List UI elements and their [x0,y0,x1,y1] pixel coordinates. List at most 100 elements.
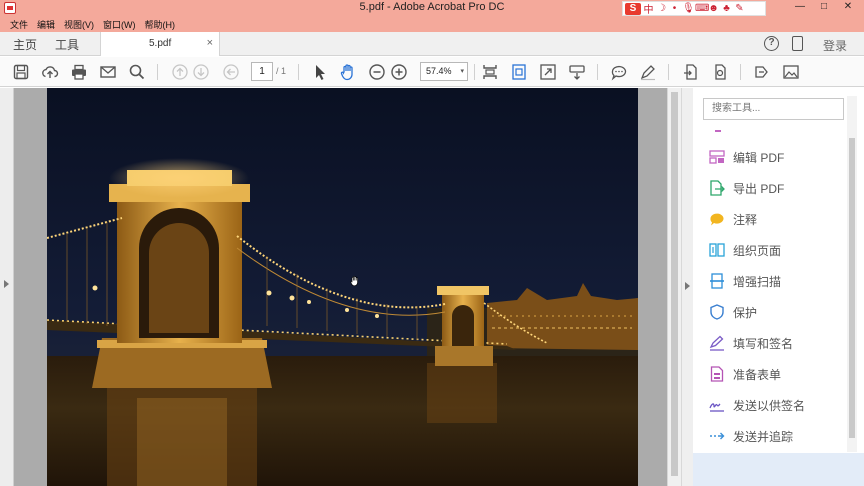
pdf-page-bridge-photo [47,88,638,486]
share-sign-icon[interactable] [753,63,771,81]
menu-view[interactable]: 视图(V) [64,18,94,31]
tools-pane-scroll-thumb[interactable] [849,138,855,438]
tool-edit-pdf[interactable]: 编辑 PDF [709,147,784,167]
tool-comment[interactable]: 注释 [709,209,757,229]
tools-pane-footer [693,453,864,486]
toolbar-separator [597,64,598,80]
highlight-pen-icon[interactable] [639,63,657,81]
comment-tool-icon[interactable] [610,63,628,81]
enhance-scan-icon [709,273,725,289]
login-link[interactable]: 登录 [823,37,847,54]
zoom-in-icon[interactable] [390,63,408,81]
zoom-out-icon[interactable] [368,63,386,81]
mobile-link-icon[interactable] [792,36,803,51]
tool-protect[interactable]: 保护 [709,302,757,322]
maximize-button[interactable]: □ [812,0,836,14]
send-for-signature-icon [709,397,725,413]
tool-export-pdf[interactable]: 导出 PDF [709,178,784,198]
menu-edit[interactable]: 编辑 [37,18,55,31]
toolbar-separator [668,64,669,80]
tools-pane: 搜索工具... 编辑 PDF 导出 PDF 注释 组织页面 增强扫描 保护 填写… [693,88,864,486]
edit-pdf-icon [709,149,725,165]
convert-file-icon[interactable] [711,63,729,81]
window-controls: — □ ✕ [788,0,860,14]
chevron-down-icon: ▾ [460,68,464,75]
prepare-form-icon [709,366,725,382]
left-nav-pane-toggle[interactable] [0,88,14,486]
next-page-icon[interactable] [192,63,210,81]
keyboard-icon[interactable] [568,63,586,81]
expand-arrow-icon[interactable] [4,280,9,288]
ime-moon-icon[interactable]: ☽ [656,3,667,14]
tool-label: 注释 [733,212,758,227]
menu-bar: 文件 编辑 视图(V) 窗口(W) 帮助(H) [0,16,864,32]
organize-pages-icon [709,242,725,258]
document-scrollbar[interactable] [667,88,681,486]
menu-file[interactable]: 文件 [10,18,28,31]
tool-prepare-form[interactable]: 准备表单 [709,364,781,384]
fill-sign-icon [709,335,725,351]
main-toolbar: 1 / 1 57.4% ▾ [0,57,864,87]
image-icon[interactable] [782,63,800,81]
close-window-button[interactable]: ✕ [836,0,860,14]
tool-label: 增强扫描 [733,274,782,289]
fit-page-icon[interactable] [510,63,528,81]
tool-label: 发送以供签名 [733,398,806,413]
tool-label: 填写和签名 [733,336,794,351]
menu-help[interactable]: 帮助(H) [145,18,176,31]
tool-enhance-scan[interactable]: 增强扫描 [709,271,781,291]
tab-home[interactable]: 主页 [13,36,37,53]
ime-mode-indicator[interactable]: 中 [643,1,654,16]
previous-page-icon[interactable] [171,63,189,81]
select-cursor-icon[interactable] [311,63,329,81]
zoom-level-select[interactable]: 57.4% ▾ [420,62,468,81]
tab-document[interactable]: 5.pdf × [100,32,220,56]
tools-pane-scrollbar[interactable] [847,96,857,452]
tool-send-track[interactable]: 发送并追踪 [709,426,793,446]
tool-label: 准备表单 [733,367,782,382]
print-icon[interactable] [70,63,88,81]
ime-keyboard-icon[interactable]: ⌨ [695,3,709,14]
toolbar-separator [474,64,475,80]
toolbar-separator [157,64,158,80]
minimize-button[interactable]: — [788,0,812,14]
tab-document-label: 5.pdf [149,38,172,49]
ime-tool-icon[interactable]: ✎ [734,3,745,14]
tool-fill-sign[interactable]: 填写和签名 [709,333,793,353]
email-icon[interactable] [99,63,117,81]
search-tools-input[interactable]: 搜索工具... [703,98,844,120]
menu-window[interactable]: 窗口(W) [103,18,136,31]
back-view-icon[interactable] [222,63,240,81]
hand-tool-icon[interactable] [339,63,357,81]
help-icon[interactable]: ? [764,36,779,51]
right-pane-toggle[interactable] [681,88,693,486]
ime-user-icon[interactable]: ☻ [708,3,719,14]
document-scroll-thumb[interactable] [671,92,678,476]
tab-bar: 主页 工具 5.pdf × [0,32,864,56]
ime-mic-icon[interactable]: 🎙 [682,3,695,14]
collapse-arrow-icon[interactable] [685,282,690,290]
export-file-icon[interactable] [682,63,700,81]
tool-label: 编辑 PDF [733,150,785,165]
toolbar-separator [740,64,741,80]
scroll-mode-icon[interactable] [481,63,499,81]
document-viewer[interactable] [0,88,681,486]
full-screen-icon[interactable] [539,63,557,81]
ime-punct-icon[interactable]: • [669,3,680,14]
tool-label: 导出 PDF [733,181,785,196]
tool-organize-pages[interactable]: 组织页面 [709,240,781,260]
search-icon[interactable] [128,63,146,81]
ime-shirt-icon[interactable]: ♣ [721,3,732,14]
save-icon[interactable] [12,63,30,81]
page-number-input[interactable]: 1 [251,62,273,81]
tab-tools[interactable]: 工具 [55,36,79,53]
ime-toolbar[interactable]: S 中 ☽ • 🎙 ⌨ ☻ ♣ ✎ [622,1,766,16]
tool-send-for-signature[interactable]: 发送以供签名 [709,395,805,415]
cloud-upload-icon[interactable] [41,63,59,81]
zoom-level-value: 57.4% [426,66,452,76]
send-track-icon [709,428,725,444]
acrobat-window: 5.pdf - Adobe Acrobat Pro DC S 中 ☽ • 🎙 ⌨… [0,0,864,486]
tab-close-icon[interactable]: × [207,37,213,49]
sogou-logo-icon[interactable]: S [625,2,641,15]
hand-cursor-icon [349,275,361,287]
